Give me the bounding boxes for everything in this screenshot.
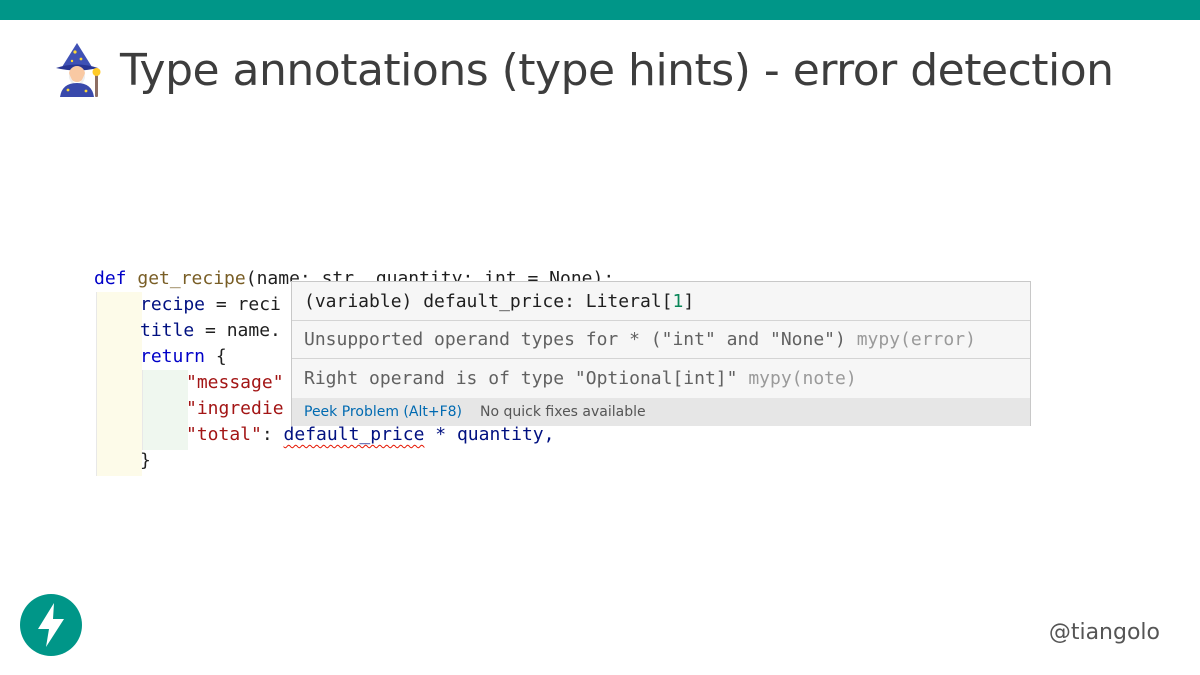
hover-signature: (variable) default_price: Literal[1]	[292, 282, 1030, 321]
mage-emoji-icon	[56, 43, 101, 97]
hover-error-message: Unsupported operand types for * ("int" a…	[292, 321, 1030, 359]
slide-title: Type annotations (type hints) - error de…	[120, 44, 1114, 96]
note-source: mypy(note)	[748, 368, 857, 389]
error-squiggle[interactable]: default_price	[284, 424, 425, 445]
title-row: Type annotations (type hints) - error de…	[48, 40, 1114, 100]
hover-tooltip: (variable) default_price: Literal[1] Uns…	[291, 281, 1031, 426]
fastapi-logo-icon	[20, 594, 82, 656]
indent-guide-inner	[142, 370, 143, 450]
top-accent-bar	[0, 0, 1200, 20]
indent-highlight-inner	[142, 370, 188, 450]
code-line-8: }	[140, 450, 151, 471]
no-quick-fixes-label: No quick fixes available	[480, 404, 646, 420]
indent-guide	[96, 292, 97, 476]
indent-highlight	[96, 292, 142, 476]
code-line-5: "message"	[186, 372, 284, 393]
error-source: mypy(error)	[856, 329, 976, 350]
code-line-4: return {	[140, 346, 227, 367]
code-line-2: recipe = reci	[140, 294, 281, 315]
hover-note-message: Right operand is of type "Optional[int]"…	[292, 359, 1030, 398]
code-line-6: "ingredie	[186, 398, 284, 419]
peek-problem-link[interactable]: Peek Problem (Alt+F8)	[304, 404, 462, 420]
author-handle: @tiangolo	[1048, 620, 1160, 645]
code-line-3: title = name.	[140, 320, 281, 341]
hover-actions-bar: Peek Problem (Alt+F8) No quick fixes avai…	[292, 398, 1030, 426]
